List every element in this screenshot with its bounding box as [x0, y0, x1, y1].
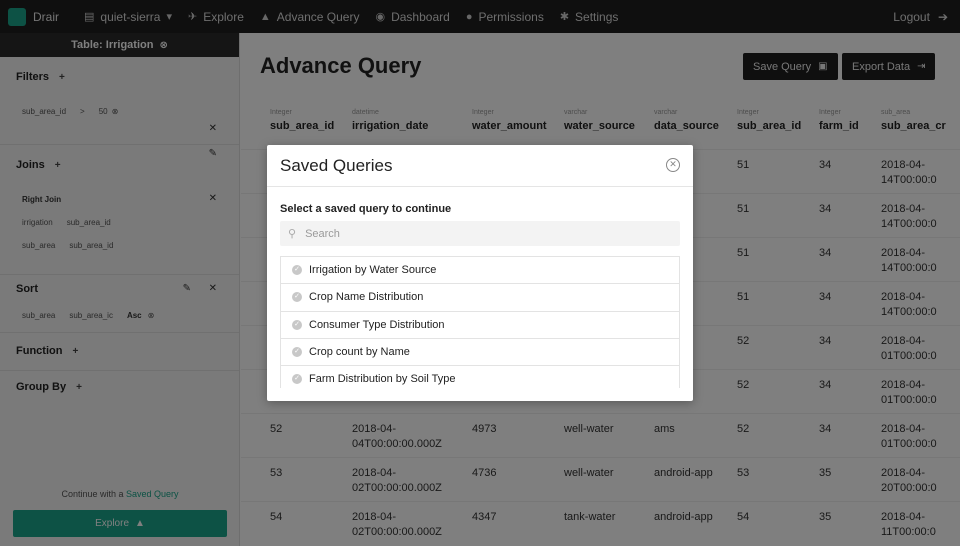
saved-query-label: Crop count by Name [309, 346, 410, 359]
check-circle-icon: ✓ [292, 347, 302, 358]
saved-query-item[interactable]: ✓ Crop count by Name [280, 338, 680, 367]
saved-query-label: Crop Name Distribution [309, 291, 424, 304]
saved-query-list: ✓ Irrigation by Water Source ✓ Crop Name Di… [280, 256, 680, 388]
saved-query-item[interactable]: ✓ Consumer Type Distribution [280, 311, 680, 339]
modal-header: Saved Queries [267, 145, 693, 187]
search-icon: ⚲ [288, 228, 297, 240]
saved-query-item[interactable]: ✓ Crop Name Distribution [280, 284, 680, 312]
saved-query-label: Farm Distribution by Soil Type [309, 373, 456, 386]
close-icon[interactable]: ✕ [666, 158, 680, 172]
saved-query-item[interactable]: ✓ Farm Distribution by Soil Type [280, 366, 680, 388]
check-circle-icon: ✓ [292, 292, 302, 303]
check-circle-icon: ✓ [292, 319, 302, 330]
modal-subtitle: Select a saved query to continue [280, 203, 452, 215]
check-circle-icon: ✓ [292, 374, 302, 385]
saved-query-item[interactable]: ✓ Irrigation by Water Source [280, 257, 680, 285]
search-box: ⚲ [280, 221, 680, 246]
saved-queries-modal: Saved Queries ✕ Select a saved query to … [267, 145, 693, 401]
saved-query-label: Consumer Type Distribution [309, 318, 445, 331]
check-circle-icon: ✓ [292, 265, 302, 276]
saved-query-label: Irrigation by Water Source [309, 264, 437, 277]
search-input[interactable] [305, 227, 666, 240]
modal-title: Saved Queries [280, 155, 393, 175]
